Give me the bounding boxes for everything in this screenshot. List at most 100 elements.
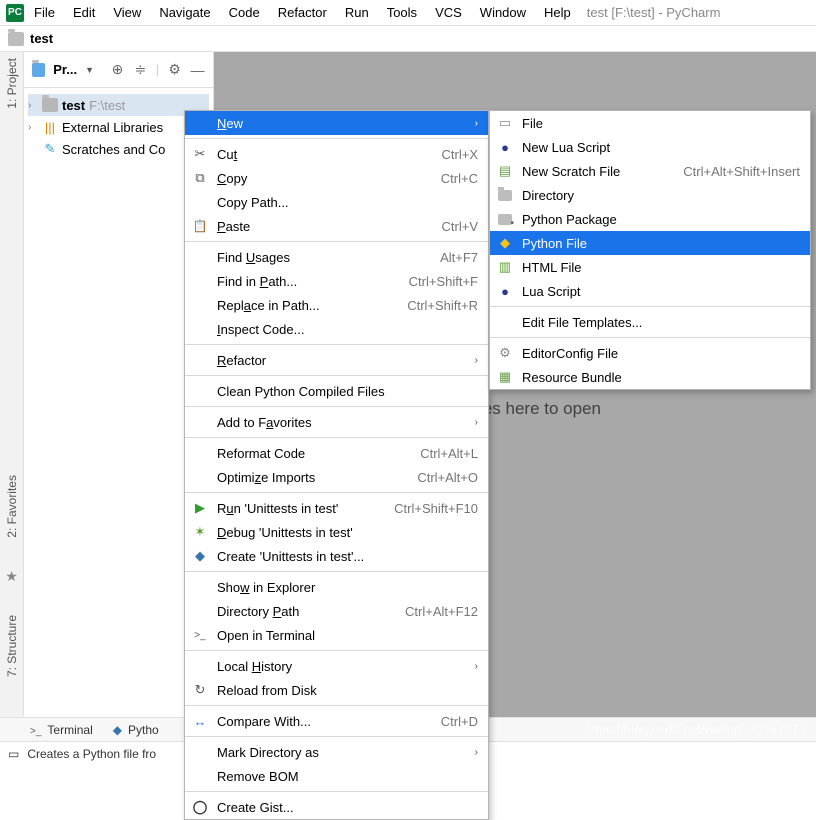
menu-view[interactable]: View: [105, 3, 149, 22]
new-editorconfig[interactable]: EditorConfig File: [490, 341, 810, 365]
gear-icon[interactable]: ⚙: [167, 61, 182, 78]
statusbar-icon[interactable]: ▭: [8, 747, 19, 761]
tab-favorites[interactable]: 2: Favorites: [5, 475, 19, 538]
menu-edit[interactable]: Edit: [65, 3, 103, 22]
ctx-copy-path[interactable]: Copy Path...: [185, 190, 488, 214]
ctx-copy[interactable]: CopyCtrl+C: [185, 166, 488, 190]
tree-external-libraries[interactable]: › ||| External Libraries: [28, 116, 209, 138]
folder-icon: [498, 190, 512, 201]
tab-project[interactable]: 1: Project: [5, 58, 19, 109]
tree-scratches-label: Scratches and Co: [62, 142, 165, 157]
ctx-debug[interactable]: Debug 'Unittests in test': [185, 520, 488, 544]
ctx-cut[interactable]: CutCtrl+X: [185, 142, 488, 166]
ctx-add-favorites[interactable]: Add to Favorites›: [185, 410, 488, 434]
window-title: test [F:\test] - PyCharm: [587, 5, 721, 20]
python-file-icon: [496, 235, 514, 251]
folder-icon: [42, 98, 58, 112]
menu-vcs[interactable]: VCS: [427, 3, 470, 22]
lua-icon: [496, 284, 514, 299]
new-lua[interactable]: Lua Script: [490, 279, 810, 303]
ctx-compare-with[interactable]: Compare With...Ctrl+D: [185, 709, 488, 733]
project-pane-title[interactable]: Pr...: [53, 62, 77, 77]
ctx-remove-bom[interactable]: Remove BOM: [185, 764, 488, 788]
ctx-show-explorer[interactable]: Show in Explorer: [185, 575, 488, 599]
tab-terminal[interactable]: Terminal: [30, 723, 93, 737]
project-pane-header: Pr... ▼ ⊕ ≑ | ⚙ —: [24, 52, 213, 88]
statusbar-message: Creates a Python file fro: [27, 747, 156, 761]
ctx-open-terminal[interactable]: Open in Terminal: [185, 623, 488, 647]
menu-tools[interactable]: Tools: [379, 3, 425, 22]
ctx-new[interactable]: New›: [185, 111, 488, 135]
scissors-icon: [191, 146, 209, 162]
copy-icon: [191, 170, 209, 186]
python-icon: [113, 723, 122, 737]
tree-root-label: test: [62, 98, 85, 113]
tab-structure[interactable]: 7: Structure: [5, 615, 19, 677]
ctx-replace-in-path[interactable]: Replace in Path...Ctrl+Shift+R: [185, 293, 488, 317]
menu-window[interactable]: Window: [472, 3, 534, 22]
chevron-down-icon[interactable]: ▼: [85, 65, 94, 75]
left-toolwindow-tabs: 1: Project 2: Favorites ★ 7: Structure: [0, 52, 24, 717]
new-html-file[interactable]: HTML File: [490, 255, 810, 279]
folder-icon: [8, 32, 24, 46]
tree-scratches[interactable]: ✎ Scratches and Co: [28, 138, 209, 160]
new-python-package[interactable]: Python Package: [490, 207, 810, 231]
gear-icon: [496, 345, 514, 361]
ctx-clean-pyc[interactable]: Clean Python Compiled Files: [185, 379, 488, 403]
menu-help[interactable]: Help: [536, 3, 579, 22]
context-menu: New› CutCtrl+X CopyCtrl+C Copy Path... P…: [184, 110, 489, 820]
package-icon: [498, 214, 512, 225]
target-icon[interactable]: ⊕: [110, 61, 125, 78]
ctx-find-in-path[interactable]: Find in Path...Ctrl+Shift+F: [185, 269, 488, 293]
tree-ext-label: External Libraries: [62, 120, 163, 135]
breadcrumb: test: [0, 26, 816, 52]
python-icon: [191, 548, 209, 564]
ctx-find-usages[interactable]: Find UsagesAlt+F7: [185, 245, 488, 269]
ctx-reformat[interactable]: Reformat CodeCtrl+Alt+L: [185, 441, 488, 465]
terminal-icon: [30, 723, 41, 737]
new-scratch-file[interactable]: New Scratch FileCtrl+Alt+Shift+Insert: [490, 159, 810, 183]
run-icon: [191, 500, 209, 516]
ctx-inspect[interactable]: Inspect Code...: [185, 317, 488, 341]
new-submenu: File New Lua Script New Scratch FileCtrl…: [489, 110, 811, 390]
ctx-create-gist[interactable]: Create Gist...: [185, 795, 488, 819]
tab-python-console[interactable]: Pytho: [113, 723, 159, 737]
compare-icon: [191, 714, 209, 729]
ctx-optimize[interactable]: Optimize ImportsCtrl+Alt+O: [185, 465, 488, 489]
menu-run[interactable]: Run: [337, 3, 377, 22]
menu-file[interactable]: File: [26, 3, 63, 22]
new-file[interactable]: File: [490, 111, 810, 135]
ctx-create-run[interactable]: Create 'Unittests in test'...: [185, 544, 488, 568]
breadcrumb-project[interactable]: test: [30, 31, 53, 46]
reload-icon: [191, 682, 209, 698]
ctx-local-history[interactable]: Local History›: [185, 654, 488, 678]
app-icon: PC: [6, 4, 24, 22]
bundle-icon: [496, 369, 514, 385]
debug-icon: [191, 524, 209, 540]
ctx-refactor[interactable]: Refactor›: [185, 348, 488, 372]
new-directory[interactable]: Directory: [490, 183, 810, 207]
ctx-reload-disk[interactable]: Reload from Disk: [185, 678, 488, 702]
menu-navigate[interactable]: Navigate: [151, 3, 218, 22]
tree-root-path: F:\test: [89, 98, 125, 113]
project-icon: [32, 63, 45, 77]
star-icon: ★: [5, 568, 18, 585]
collapse-icon[interactable]: ≑: [133, 61, 148, 78]
new-resource-bundle[interactable]: Resource Bundle: [490, 365, 810, 389]
ctx-run[interactable]: Run 'Unittests in test'Ctrl+Shift+F10: [185, 496, 488, 520]
terminal-icon: [191, 630, 209, 641]
new-edit-templates[interactable]: Edit File Templates...: [490, 310, 810, 334]
lua-icon: [496, 140, 514, 155]
file-icon: [496, 115, 514, 131]
new-lua-script[interactable]: New Lua Script: [490, 135, 810, 159]
ctx-directory-path[interactable]: Directory PathCtrl+Alt+F12: [185, 599, 488, 623]
hide-icon[interactable]: —: [190, 62, 205, 78]
menubar: PC File Edit View Navigate Code Refactor…: [0, 0, 816, 26]
menu-code[interactable]: Code: [221, 3, 268, 22]
github-icon: [191, 799, 209, 815]
tree-root[interactable]: › test F:\test: [28, 94, 209, 116]
new-python-file[interactable]: Python File: [490, 231, 810, 255]
ctx-mark-directory[interactable]: Mark Directory as›: [185, 740, 488, 764]
ctx-paste[interactable]: PasteCtrl+V: [185, 214, 488, 238]
menu-refactor[interactable]: Refactor: [270, 3, 335, 22]
